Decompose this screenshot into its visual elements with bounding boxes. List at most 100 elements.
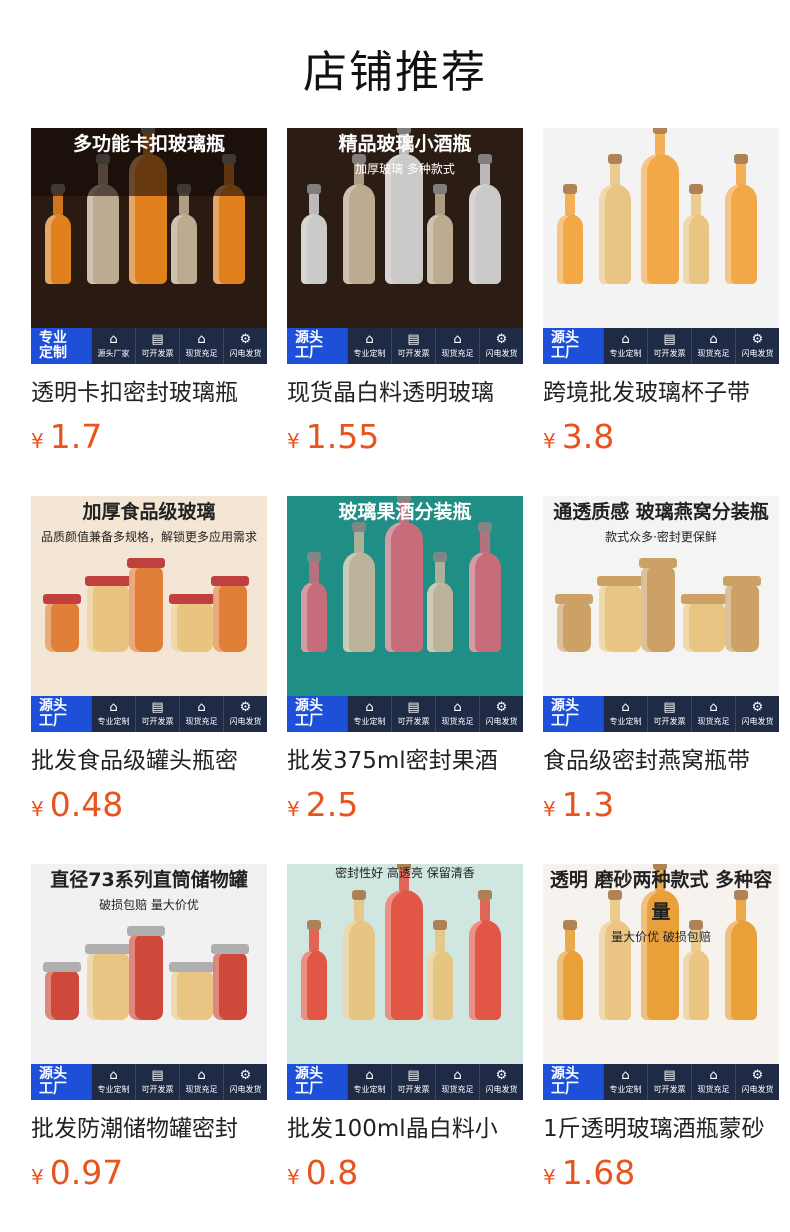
product-name[interactable]: 批发防潮储物罐密封 [31, 1113, 267, 1145]
product-name[interactable]: 批发食品级罐头瓶密 [31, 745, 267, 777]
gear-icon: ⚙ [239, 332, 252, 347]
price-value: 0.97 [49, 1153, 124, 1192]
jar-illustration [169, 962, 215, 1020]
product-name[interactable]: 透明卡扣密封玻璃瓶 [31, 377, 267, 409]
bottle-illustration [301, 552, 327, 652]
product-name[interactable]: 批发100ml晶白料小 [287, 1113, 523, 1145]
service-badge-strip: 专业 定制 ⌂ 源头厂家 ▤ 可开发票 ⌂ 现货充足 ⚙ 闪电发货 [31, 328, 267, 364]
jar-illustration [85, 576, 131, 652]
factory-icon: ⌂ [621, 1068, 630, 1083]
jar-illustration [639, 558, 677, 652]
service-feature-label: 现货充足 [441, 349, 474, 358]
product-card[interactable]: 玻璃果酒分装瓶 源头 工厂 ⌂ 专业定制 ▤ 可开发票 ⌂ 现货充足 ⚙ 闪电发货批发375ml密… [287, 496, 523, 824]
service-feature: ⌂ 源头厂家 [91, 328, 135, 364]
bottle-illustration [301, 184, 327, 284]
banner-subtitle: 量大价优 破损包赔 [611, 930, 711, 944]
bottle-illustration [343, 522, 375, 652]
bottle-illustration [725, 154, 757, 284]
product-image[interactable]: 透明 磨砂两种款式 多种容量 量大价优 破损包赔 源头 工厂 ⌂ 专业定制 ▤ 可开发票 ⌂ 现… [543, 864, 779, 1100]
factory-badge: 源头 工厂 [287, 696, 347, 732]
service-badge-strip: 源头 工厂 ⌂ 专业定制 ▤ 可开发票 ⌂ 现货充足 ⚙ 闪电发货 [287, 328, 523, 364]
product-image[interactable]: 密封性好 高透亮 保留清香 源头 工厂 ⌂ 专业定制 ▤ 可开发票 ⌂ 现货充足 ⚙ 闪电发货 [287, 864, 523, 1100]
product-image[interactable]: 精品玻璃小酒瓶 加厚玻璃 多种款式 源头 工厂 ⌂ 专业定制 ▤ 可开发票 ⌂ 现货充足 ⚙ 闪电发… [287, 128, 523, 364]
gear-icon: ⚙ [239, 1068, 252, 1083]
factory-icon: ⌂ [365, 332, 374, 347]
price-value: 0.8 [305, 1153, 359, 1192]
banner-title: 精品玻璃小酒瓶 [338, 133, 472, 155]
product-card[interactable]: 多功能卡扣玻璃瓶 专业 定制 ⌂ 源头厂家 ▤ 可开发票 ⌂ 现货充足 ⚙ 闪电发货 透明卡扣密封玻… [31, 128, 267, 456]
warehouse-icon: ⌂ [709, 332, 718, 347]
service-feature-label: 专业定制 [609, 1085, 642, 1094]
factory-badge: 源头 工厂 [543, 1064, 603, 1100]
product-card[interactable]: 加厚食品级玻璃 品质颜值兼备多规格，解锁更多应用需求 源头 工厂 ⌂ 专业定制 ▤ 可开发票… [31, 496, 267, 824]
product-name[interactable]: 批发375ml密封果酒 [287, 745, 523, 777]
product-card[interactable]: 直径73系列直筒储物罐 破损包赔 量大价优 源头 工厂 ⌂ 专业定制 ▤ 可开发票 ⌂ 现货充足… [31, 864, 267, 1192]
product-card[interactable]: 源头 工厂 ⌂ 专业定制 ▤ 可开发票 ⌂ 现货充足 ⚙ 闪电发货 跨境批发玻璃杯子带 ¥3.8 [543, 128, 779, 456]
service-feature: ⌂ 专业定制 [603, 696, 647, 732]
bottle-illustration [599, 154, 631, 284]
service-feature: ▤ 可开发票 [135, 328, 179, 364]
warehouse-icon: ⌂ [453, 332, 462, 347]
product-image[interactable]: 多功能卡扣玻璃瓶 专业 定制 ⌂ 源头厂家 ▤ 可开发票 ⌂ 现货充足 ⚙ 闪电发货 [31, 128, 267, 364]
service-feature: ▤ 可开发票 [647, 1064, 691, 1100]
jar-illustration [211, 944, 249, 1020]
product-banner: 加厚食品级玻璃 品质颜值兼备多规格，解锁更多应用需求 [31, 496, 267, 564]
gear-icon: ⚙ [495, 332, 508, 347]
service-feature: ▤ 可开发票 [647, 328, 691, 364]
bottle-illustration [87, 154, 119, 284]
service-feature-label: 可开发票 [653, 349, 686, 358]
banner-subtitle: 破损包赔 量大价优 [99, 898, 199, 912]
banner-title: 透明 磨砂两种款式 多种容量 [549, 869, 773, 923]
bottle-illustration [427, 920, 453, 1020]
price-value: 2.5 [305, 785, 359, 824]
product-name[interactable]: 跨境批发玻璃杯子带 [543, 377, 779, 409]
invoice-icon: ▤ [663, 700, 676, 715]
service-feature-label: 可开发票 [397, 1085, 430, 1094]
product-price: ¥1.68 [543, 1153, 779, 1192]
warehouse-icon: ⌂ [709, 1068, 718, 1083]
product-name[interactable]: 1斤透明玻璃酒瓶蒙砂 [543, 1113, 779, 1145]
invoice-icon: ▤ [151, 700, 164, 715]
product-name[interactable]: 食品级密封燕窝瓶带 [543, 745, 779, 777]
product-name[interactable]: 现货晶白料透明玻璃 [287, 377, 523, 409]
product-image[interactable]: 玻璃果酒分装瓶 源头 工厂 ⌂ 专业定制 ▤ 可开发票 ⌂ 现货充足 ⚙ 闪电发货 [287, 496, 523, 732]
product-price: ¥3.8 [543, 417, 779, 456]
product-price: ¥1.55 [287, 417, 523, 456]
service-feature-label: 现货充足 [185, 349, 218, 358]
product-image[interactable]: 源头 工厂 ⌂ 专业定制 ▤ 可开发票 ⌂ 现货充足 ⚙ 闪电发货 [543, 128, 779, 364]
factory-badge: 源头 工厂 [543, 328, 603, 364]
bottle-illustration [683, 920, 709, 1020]
banner-title: 加厚食品级玻璃 [82, 501, 216, 523]
service-feature: ▤ 可开发票 [647, 696, 691, 732]
product-photo [543, 128, 779, 328]
currency-symbol: ¥ [543, 797, 556, 821]
service-feature-label: 可开发票 [397, 717, 430, 726]
service-feature: ⌂ 现货充足 [691, 696, 735, 732]
product-card[interactable]: 通透质感 玻璃燕窝分装瓶 款式众多·密封更保鲜 源头 工厂 ⌂ 专业定制 ▤ 可开发票 ⌂ 现货… [543, 496, 779, 824]
jar-illustration [127, 558, 165, 652]
product-card[interactable]: 精品玻璃小酒瓶 加厚玻璃 多种款式 源头 工厂 ⌂ 专业定制 ▤ 可开发票 ⌂ 现货充足 ⚙ 闪电发… [287, 128, 523, 456]
service-feature: ⚙ 闪电发货 [223, 1064, 267, 1100]
warehouse-icon: ⌂ [709, 700, 718, 715]
product-image[interactable]: 加厚食品级玻璃 品质颜值兼备多规格，解锁更多应用需求 源头 工厂 ⌂ 专业定制 ▤ 可开发票… [31, 496, 267, 732]
product-banner: 多功能卡扣玻璃瓶 [31, 128, 267, 196]
service-feature-label: 闪电发货 [741, 717, 774, 726]
service-feature-label: 现货充足 [441, 1085, 474, 1094]
warehouse-icon: ⌂ [197, 700, 206, 715]
gear-icon: ⚙ [495, 1068, 508, 1083]
bottle-illustration [469, 890, 501, 1020]
product-image[interactable]: 通透质感 玻璃燕窝分装瓶 款式众多·密封更保鲜 源头 工厂 ⌂ 专业定制 ▤ 可开发票 ⌂ 现货… [543, 496, 779, 732]
service-feature: ⚙ 闪电发货 [735, 696, 779, 732]
product-card[interactable]: 透明 磨砂两种款式 多种容量 量大价优 破损包赔 源头 工厂 ⌂ 专业定制 ▤ 可开发票 ⌂ 现… [543, 864, 779, 1192]
factory-icon: ⌂ [365, 1068, 374, 1083]
product-card[interactable]: 密封性好 高透亮 保留清香 源头 工厂 ⌂ 专业定制 ▤ 可开发票 ⌂ 现货充足 ⚙ 闪电发货 批发… [287, 864, 523, 1192]
price-value: 0.48 [49, 785, 124, 824]
factory-badge: 源头 工厂 [31, 696, 91, 732]
product-image[interactable]: 直径73系列直筒储物罐 破损包赔 量大价优 源头 工厂 ⌂ 专业定制 ▤ 可开发票 ⌂ 现货充足… [31, 864, 267, 1100]
banner-subtitle: 密封性好 高透亮 保留清香 [335, 866, 475, 880]
warehouse-icon: ⌂ [197, 1068, 206, 1083]
service-badge-strip: 源头 工厂 ⌂ 专业定制 ▤ 可开发票 ⌂ 现货充足 ⚙ 闪电发货 [543, 1064, 779, 1100]
service-feature-label: 闪电发货 [741, 1085, 774, 1094]
invoice-icon: ▤ [151, 332, 164, 347]
service-feature: ⌂ 现货充足 [179, 1064, 223, 1100]
